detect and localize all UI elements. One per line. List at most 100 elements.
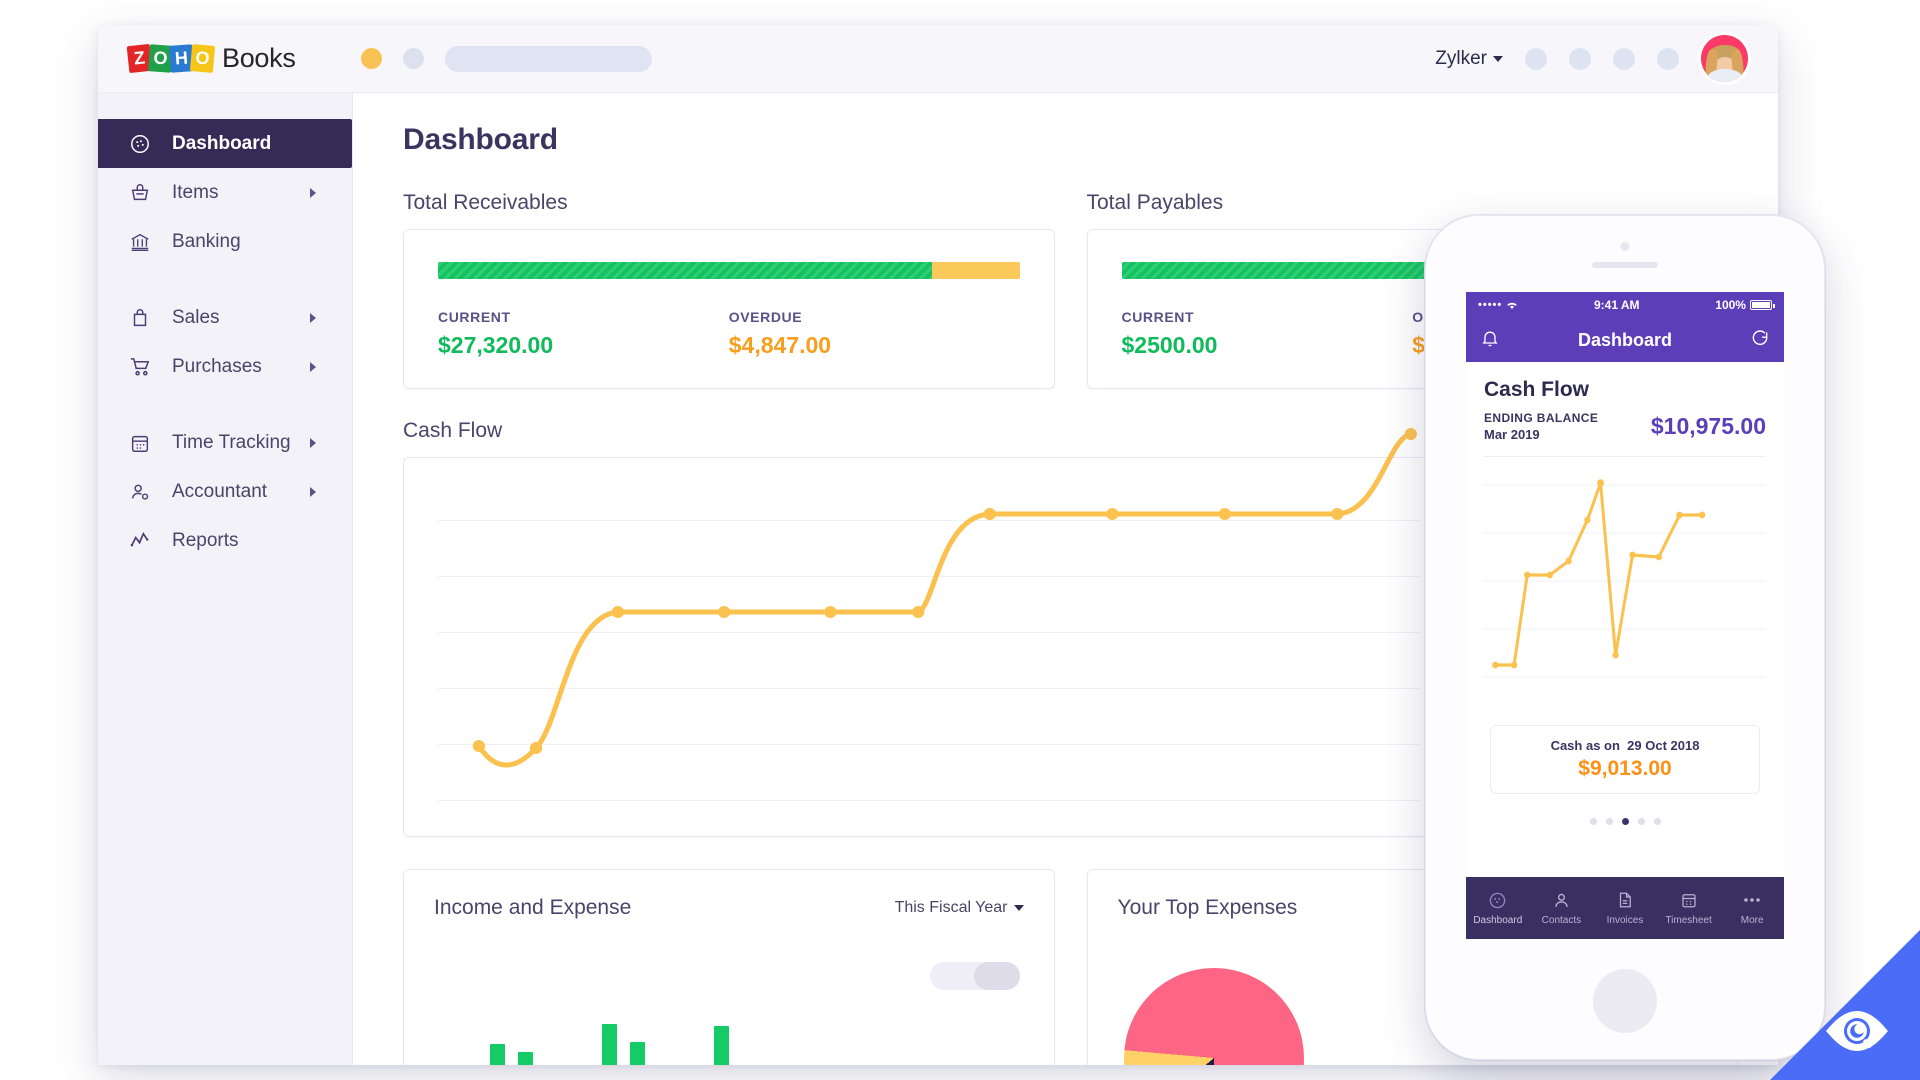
chevron-right-icon: [310, 486, 316, 497]
phone-cash-as-on-date: 29 Oct 2018: [1627, 738, 1700, 753]
phone-speaker: [1592, 262, 1658, 268]
person-icon: [1552, 890, 1571, 910]
header-icon-3[interactable]: [1613, 47, 1635, 70]
phone-app-bar-title: Dashboard: [1577, 329, 1673, 350]
chevron-down-icon: [1493, 55, 1503, 62]
payables-current-label: CURRENT: [1121, 309, 1195, 325]
sidebar-item-banking[interactable]: Banking: [98, 217, 352, 266]
calendar-icon: [1680, 890, 1698, 910]
phone-home-button[interactable]: [1593, 969, 1657, 1033]
pager-dot-active[interactable]: [1621, 818, 1629, 825]
eye-search-icon[interactable]: [1824, 1008, 1890, 1054]
top-bar-right: Zylker: [1435, 35, 1748, 82]
search-pill[interactable]: [444, 45, 652, 72]
tab-label: Timesheet: [1665, 915, 1712, 926]
receivables-current: CURRENT $27,320.00: [438, 309, 729, 359]
phone-cash-as-on-amount: $9,013.00: [1578, 757, 1672, 780]
dashboard-icon: [128, 132, 152, 156]
tab-contacts[interactable]: Contacts: [1530, 890, 1594, 926]
org-name-label: Zylker: [1435, 47, 1487, 69]
phone-cash-flow-card: Cash Flow ENDING BALANCE Mar 2019 $10,97…: [1466, 362, 1784, 825]
cart-icon: [128, 355, 152, 379]
battery-icon: [1749, 300, 1775, 310]
sidebar-divider: [98, 266, 352, 293]
phone-status-bar: ••••• 9:41 AM 100%: [1466, 292, 1784, 318]
pager-dot[interactable]: [1589, 818, 1597, 825]
income-expense-period-select[interactable]: This Fiscal Year: [895, 899, 1024, 917]
phone-camera: [1620, 242, 1630, 251]
total-receivables-section: Total Receivables CURRENT $27,320.00 OVE…: [403, 191, 1055, 389]
dashboard-icon: [1488, 890, 1507, 910]
cash-flow-chart: [404, 428, 1437, 836]
receivables-current-value: $27,320.00: [438, 332, 554, 358]
tab-label: More: [1740, 915, 1764, 926]
phone-divider: [1484, 456, 1766, 457]
sidebar-divider: [98, 391, 352, 418]
phone-cash-flow-chart: [1484, 465, 1766, 715]
sidebar-item-items[interactable]: Items: [98, 168, 352, 217]
phone-pager[interactable]: [1484, 818, 1766, 825]
sidebar-item-accountant[interactable]: Accountant: [98, 467, 352, 516]
header-icon-4[interactable]: [1657, 47, 1679, 70]
pager-dot[interactable]: [1653, 818, 1661, 825]
org-switcher[interactable]: Zylker: [1435, 48, 1503, 70]
brand-logo[interactable]: Z O H O Books: [126, 43, 296, 74]
sidebar-item-purchases[interactable]: Purchases: [98, 342, 352, 391]
sidebar-item-label: Reports: [172, 529, 239, 551]
tab-dashboard[interactable]: Dashboard: [1466, 890, 1530, 926]
refresh-icon[interactable]: [1750, 328, 1770, 353]
header-icon-2[interactable]: [1569, 47, 1591, 70]
sidebar-item-reports[interactable]: Reports: [98, 516, 352, 565]
window-controls: [360, 45, 652, 72]
top-bar: Z O H O Books Zylker: [98, 25, 1778, 93]
chevron-right-icon: [310, 437, 316, 448]
zoho-logo-icon: Z O H O: [126, 43, 216, 74]
tab-label: Dashboard: [1473, 915, 1523, 926]
tab-label: Contacts: [1541, 915, 1582, 926]
avatar[interactable]: [1701, 35, 1748, 82]
phone-app-bar: Dashboard: [1466, 318, 1784, 362]
header-icon-1[interactable]: [1525, 47, 1547, 70]
payables-title: Total Payables: [1086, 191, 1224, 214]
phone-card-heading: Cash Flow: [1484, 378, 1590, 401]
receivables-overdue: OVERDUE $4,847.00: [729, 309, 1020, 359]
sidebar-item-label: Purchases: [172, 355, 262, 377]
phone-signal-dots: •••••: [1478, 299, 1503, 311]
receivables-overdue-value: $4,847.00: [728, 332, 832, 358]
sidebar-item-label: Accountant: [172, 480, 268, 502]
receivables-current-label: CURRENT: [438, 309, 511, 325]
window-dot-amber[interactable]: [360, 48, 382, 69]
top-expenses-pie-chart: [1123, 968, 1304, 1065]
top-expenses-title: Your Top Expenses: [1117, 896, 1298, 919]
sidebar-item-time-tracking[interactable]: Time Tracking: [98, 418, 352, 467]
corner-badge: [1770, 930, 1920, 1080]
basket-icon: [128, 181, 152, 205]
sidebar-item-label: Dashboard: [172, 132, 272, 154]
sidebar-item-label: Time Tracking: [172, 431, 291, 453]
sidebar-item-dashboard[interactable]: Dashboard: [98, 119, 352, 168]
window-dot-grey[interactable]: [402, 48, 424, 69]
calendar-icon: [128, 431, 152, 455]
income-expense-title: Income and Expense: [434, 896, 632, 919]
logo-letter-o2: O: [189, 44, 216, 73]
pager-dot[interactable]: [1637, 818, 1645, 825]
sidebar: Dashboard Items Banking Sales Purchases …: [98, 93, 353, 1065]
chevron-right-icon: [310, 312, 316, 323]
income-expense-toggle[interactable]: [929, 962, 1020, 990]
pager-dot[interactable]: [1605, 818, 1613, 825]
phone-signal-icon: •••••: [1478, 299, 1518, 311]
income-expense-card: Income and Expense This Fiscal Year: [403, 869, 1055, 1065]
sidebar-item-label: Sales: [172, 306, 220, 328]
sidebar-item-sales[interactable]: Sales: [98, 293, 352, 342]
tab-timesheet[interactable]: Timesheet: [1657, 890, 1721, 926]
sidebar-item-label: Banking: [172, 230, 241, 252]
tab-label: Invoices: [1606, 915, 1644, 926]
tab-invoices[interactable]: Invoices: [1593, 890, 1657, 926]
sidebar-item-label: Items: [172, 181, 219, 203]
phone-cash-as-on-box: Cash as on 29 Oct 2018 $9,013.00: [1490, 725, 1760, 794]
payables-current: CURRENT $2500.00: [1122, 309, 1413, 359]
chevron-right-icon: [310, 361, 316, 372]
tab-more[interactable]: More: [1720, 890, 1784, 926]
bell-icon[interactable]: [1480, 328, 1500, 353]
phone-battery: 100%: [1715, 298, 1775, 312]
